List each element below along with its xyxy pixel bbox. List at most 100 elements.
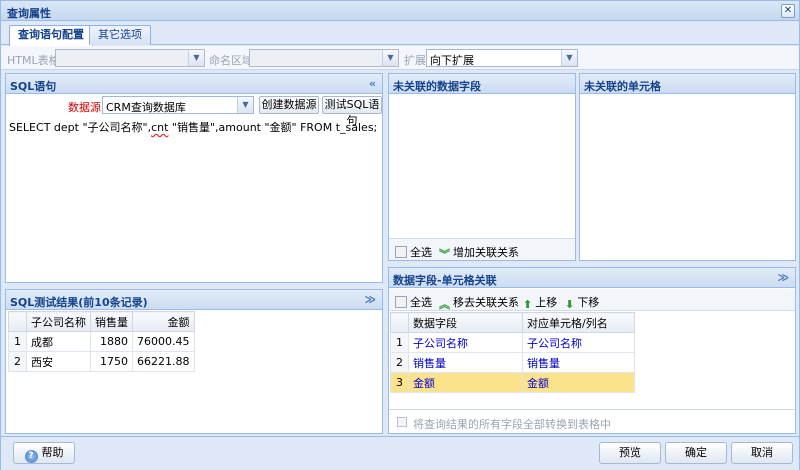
collapse-down-icon[interactable]: ≫ bbox=[364, 293, 376, 306]
table-row[interactable]: 2 销售量 销售量 bbox=[390, 352, 635, 373]
sql-text-part: cnt bbox=[151, 121, 169, 134]
test-sql-button[interactable]: 测试SQL语句 bbox=[322, 96, 382, 127]
sql-text-part: "销售量",amount "金额" FROM t_sales; bbox=[168, 121, 378, 134]
query-properties-dialog: 查询属性 ✕ 查询语句配置 其它选项 HTML表格 ▼ 命名区域 ▼ 扩展 向下… bbox=[0, 0, 800, 470]
chevron-down-icon[interactable]: ▼ bbox=[188, 50, 204, 66]
sql-panel: SQL语句 « 数据源 CRM查询数据库 ▼ 创建数据源 测试SQL语句 SEL… bbox=[5, 73, 383, 283]
result-panel-header: SQL测试结果(前10条记录) ≫ bbox=[6, 290, 382, 310]
select-all-button[interactable]: 全选 bbox=[395, 244, 432, 260]
named-area-select[interactable]: ▼ bbox=[249, 49, 399, 67]
datasource-select[interactable]: CRM查询数据库 ▼ bbox=[102, 96, 254, 114]
mapping-table: 数据字段 对应单元格/列名 1 子公司名称 子公司名称 2 销售量 销售量 3 … bbox=[390, 312, 635, 393]
ok-button[interactable]: 确定 bbox=[665, 442, 727, 464]
collapse-left-icon[interactable]: « bbox=[369, 77, 376, 90]
html-table-select[interactable]: ▼ bbox=[55, 49, 205, 67]
unlinked-cells-header: 未关联的单元格 bbox=[580, 74, 795, 94]
mapping-footer: 将查询结果的所有字段全部转换到表格中 bbox=[389, 409, 795, 433]
unlinked-cells-title: 未关联的单元格 bbox=[584, 80, 661, 93]
convert-all-label: 将查询结果的所有字段全部转换到表格中 bbox=[413, 418, 611, 431]
sql-panel-header: SQL语句 « bbox=[6, 74, 382, 94]
table-row-selected[interactable]: 3 金额 金额 bbox=[390, 372, 635, 393]
cell-amount: 66221.88 bbox=[132, 351, 195, 372]
sql-editor[interactable]: SELECT dept "子公司名称",cnt "销售量",amount "金额… bbox=[9, 119, 377, 135]
chevron-down-icon[interactable]: ▼ bbox=[382, 50, 398, 66]
row-number: 1 bbox=[8, 331, 27, 352]
top-form-row: HTML表格 ▼ 命名区域 ▼ 扩展 向下扩展 ▼ bbox=[1, 46, 799, 70]
row-number: 3 bbox=[390, 372, 409, 393]
datasource-value: CRM查询数据库 bbox=[106, 101, 186, 114]
mapping-panel-header: 数据字段-单元格关联 ≫ bbox=[389, 268, 795, 288]
unlinked-fields-toolbar: 全选 ︾ 增加关联关系 bbox=[389, 238, 575, 261]
arrow-up-icon: ⬆ bbox=[523, 298, 533, 311]
datasource-label: 数据源 bbox=[68, 101, 101, 114]
row-number: 1 bbox=[390, 332, 409, 353]
add-link-label: 增加关联关系 bbox=[453, 246, 519, 259]
move-down-button[interactable]: ⬇ 下移 bbox=[565, 294, 600, 311]
move-up-label: 上移 bbox=[535, 296, 558, 309]
expand-select[interactable]: 向下扩展 ▼ bbox=[426, 49, 578, 67]
double-chevron-down-icon: ︾ bbox=[439, 248, 450, 261]
mapping-panel: 数据字段-单元格关联 ≫ 全选 ︽ 移去关联关系 ⬆ 上移 ⬇ 下移 数据字段 对应单… bbox=[388, 267, 796, 434]
row-number: 2 bbox=[390, 352, 409, 373]
help-button[interactable]: ? 帮助 bbox=[13, 442, 75, 464]
sql-panel-title: SQL语句 bbox=[10, 80, 57, 93]
mapping-toolbar: 全选 ︽ 移去关联关系 ⬆ 上移 ⬇ 下移 bbox=[389, 289, 795, 311]
result-panel-title: SQL测试结果(前10条记录) bbox=[10, 296, 148, 309]
tab-strip: 查询语句配置 其它选项 bbox=[1, 21, 799, 46]
html-table-label: HTML表格 bbox=[7, 54, 60, 67]
move-up-button[interactable]: ⬆ 上移 bbox=[523, 294, 558, 311]
select-all-icon bbox=[395, 296, 407, 308]
create-datasource-button[interactable]: 创建数据源 bbox=[259, 96, 319, 114]
table-row[interactable]: 1 子公司名称 子公司名称 bbox=[390, 332, 635, 353]
cell-target: 子公司名称 bbox=[522, 332, 635, 353]
cell-field: 子公司名称 bbox=[408, 332, 523, 353]
close-icon[interactable]: ✕ bbox=[781, 4, 795, 18]
cell-qty: 1880 bbox=[90, 331, 133, 352]
preview-button[interactable]: 预览 bbox=[599, 442, 661, 464]
tab-other-options[interactable]: 其它选项 bbox=[89, 25, 151, 45]
sql-result-panel: SQL测试结果(前10条记录) ≫ 子公司名称 销售量 金额 1 成都 1880… bbox=[5, 289, 383, 434]
cell-amount: 76000.45 bbox=[132, 331, 195, 352]
mapping-panel-title: 数据字段-单元格关联 bbox=[393, 274, 497, 287]
dialog-footer: ? 帮助 预览 确定 取消 bbox=[1, 436, 799, 470]
cell-field: 销售量 bbox=[408, 352, 523, 373]
tab-query-config[interactable]: 查询语句配置 bbox=[9, 25, 93, 46]
rownum-header bbox=[8, 311, 27, 332]
cell-name: 西安 bbox=[26, 351, 91, 372]
col-header[interactable]: 子公司名称 bbox=[26, 311, 91, 332]
col-header[interactable]: 对应单元格/列名 bbox=[522, 312, 635, 333]
arrow-down-icon: ⬇ bbox=[565, 298, 575, 311]
cancel-button[interactable]: 取消 bbox=[731, 442, 793, 464]
double-chevron-up-icon: ︽ bbox=[439, 298, 450, 311]
result-table: 子公司名称 销售量 金额 1 成都 1880 76000.45 2 西安 175… bbox=[8, 311, 195, 372]
row-number: 2 bbox=[8, 351, 27, 372]
col-header[interactable]: 数据字段 bbox=[408, 312, 523, 333]
chevron-down-icon[interactable]: ▼ bbox=[561, 50, 577, 66]
cell-target: 销售量 bbox=[522, 352, 635, 373]
mapping-header-row: 数据字段 对应单元格/列名 bbox=[390, 312, 635, 333]
convert-all-checkbox[interactable] bbox=[397, 417, 407, 427]
add-link-button[interactable]: ︾ 增加关联关系 bbox=[439, 244, 519, 261]
remove-link-label: 移去关联关系 bbox=[453, 296, 519, 309]
col-header[interactable]: 金额 bbox=[132, 311, 195, 332]
unlinked-fields-header: 未关联的数据字段 bbox=[389, 74, 575, 94]
unlinked-fields-title: 未关联的数据字段 bbox=[393, 80, 481, 93]
cell-name: 成都 bbox=[26, 331, 91, 352]
dialog-titlebar: 查询属性 ✕ bbox=[1, 1, 799, 21]
rownum-header bbox=[390, 312, 409, 333]
select-all-button[interactable]: 全选 bbox=[395, 294, 432, 310]
move-down-label: 下移 bbox=[577, 296, 600, 309]
expand-value: 向下扩展 bbox=[430, 54, 474, 67]
select-all-label: 全选 bbox=[410, 296, 432, 309]
table-row[interactable]: 1 成都 1880 76000.45 bbox=[8, 331, 195, 352]
named-area-label: 命名区域 bbox=[209, 54, 253, 67]
select-all-label: 全选 bbox=[410, 246, 432, 259]
unlinked-cells-panel: 未关联的单元格 bbox=[579, 73, 796, 261]
col-header[interactable]: 销售量 bbox=[90, 311, 133, 332]
help-label: 帮助 bbox=[41, 446, 64, 459]
unlinked-fields-panel: 未关联的数据字段 全选 ︾ 增加关联关系 bbox=[388, 73, 576, 261]
table-row[interactable]: 2 西安 1750 66221.88 bbox=[8, 351, 195, 372]
chevron-down-icon[interactable]: ▼ bbox=[237, 97, 253, 113]
remove-link-button[interactable]: ︽ 移去关联关系 bbox=[439, 294, 519, 311]
collapse-down-icon[interactable]: ≫ bbox=[777, 271, 789, 284]
